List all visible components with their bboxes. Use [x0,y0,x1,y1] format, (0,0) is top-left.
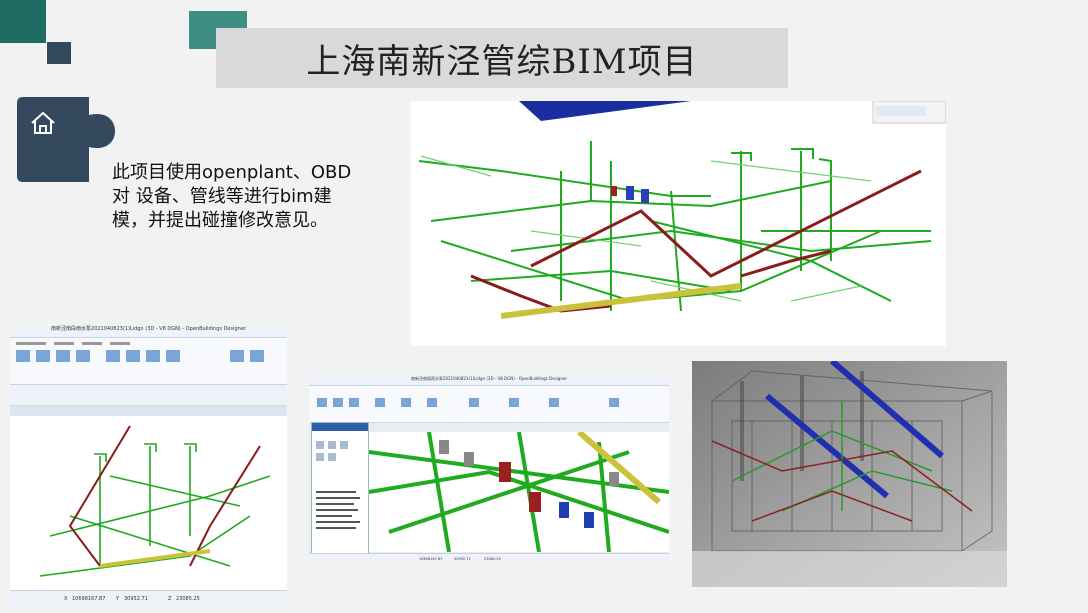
coord-y: 30952.71 [124,596,148,602]
ribbon [309,386,669,423]
main-3d-view [411,101,946,346]
model-view [39,425,271,577]
status-bar: X 10698167.87 Y 30952.71 Z 23085.25 [10,590,287,607]
window-title: 南新泾南段雨水泵2021040823(1)Lidgn (3D - V8 DGN)… [411,376,567,381]
view-tabs [10,406,287,416]
status-bar: 10698167.87 30952.71 23085.25 [309,553,669,564]
coord-x: 10698167.87 [72,596,106,602]
coord-z: 23085.25 [176,596,200,602]
window-titlebar: 南新泾南段雨水泵2021040823(1)Lidgn (3D - V8 DGN)… [309,376,669,386]
model-view [369,432,669,552]
coord-z: 23085.25 [484,557,501,561]
openbuildings-window-middle: 南新泾南段雨水泵2021040823(1)Lidgn (3D - V8 DGN)… [309,376,669,564]
window-titlebar: 南新泾南段雨水泵2021040823(1)Lidgn (3D - V8 DGN)… [10,325,287,338]
decor-square-navy [47,42,71,64]
coord-y: 30952.71 [454,557,471,561]
slide-title: 上海南新泾管综BIM项目 [306,41,698,82]
coord-z-label: Z [168,596,172,602]
coord-y-label: Y [116,596,120,602]
explorer-panel [311,422,369,564]
ribbon [10,338,287,385]
attribute-bar [10,385,287,406]
view-toolbar [872,101,946,124]
coord-x-label: X [64,596,68,602]
coord-x: 10698167.87 [419,557,443,561]
project-description: 此项目使用openplant、OBD对 设备、管线等进行bim建模，并提出碰撞修… [112,162,352,231]
window-title: 南新泾南段雨水泵2021040823(1)Lidgn (3D - V8 DGN)… [51,326,246,332]
clash-render-view [692,361,1007,587]
openbuildings-window-left: 南新泾南段雨水泵2021040823(1)Lidgn (3D - V8 DGN)… [10,325,287,607]
decor-square-teal [0,0,46,43]
